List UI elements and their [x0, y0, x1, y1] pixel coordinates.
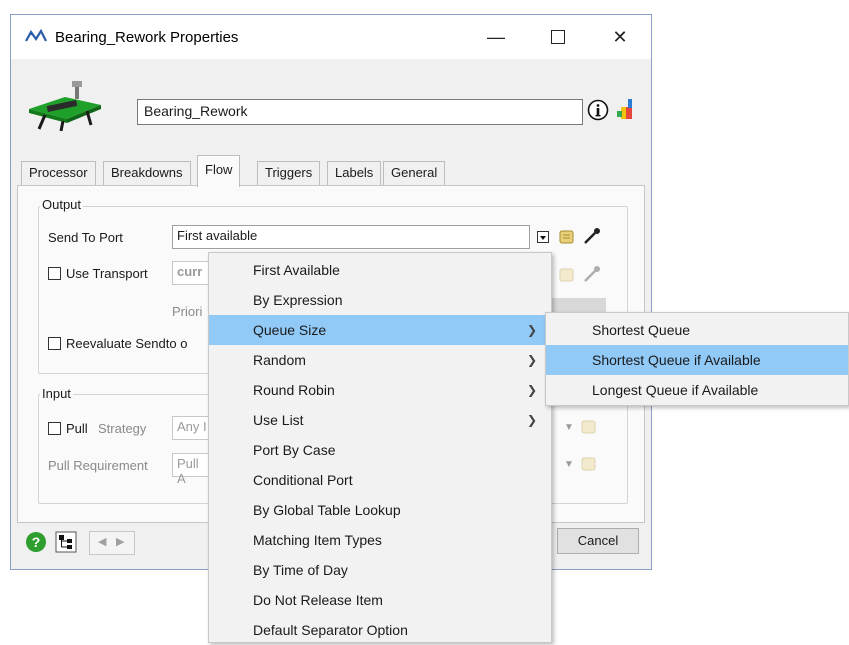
- pull-requirement-field[interactable]: Pull A: [172, 453, 212, 486]
- previous-arrow-icon[interactable]: ◀: [98, 535, 106, 548]
- queue-size-submenu: Shortest Queue Shortest Queue if Availab…: [545, 312, 849, 406]
- eyedropper-icon[interactable]: [582, 226, 602, 246]
- menu-item-random[interactable]: Random ❯: [209, 345, 551, 375]
- menu-item-default-separator-option[interactable]: Default Separator Option: [209, 615, 551, 645]
- nav-buttons: ◀ ▶: [89, 531, 135, 555]
- strategy-field[interactable]: Any I: [172, 416, 212, 440]
- paint-bucket-icon[interactable]: [615, 97, 637, 121]
- title-bar[interactable]: Bearing_Rework Properties — ✕: [11, 15, 651, 59]
- transport-field[interactable]: curr: [172, 261, 212, 285]
- send-to-port-label: Send To Port: [48, 230, 123, 245]
- next-arrow-icon[interactable]: ▶: [116, 535, 124, 548]
- menu-item-use-list[interactable]: Use List ❯: [209, 405, 551, 435]
- submenu-item-shortest-queue[interactable]: Shortest Queue: [546, 315, 848, 345]
- menu-item-conditional-port[interactable]: Conditional Port: [209, 465, 551, 495]
- send-to-port-menu: First Available By Expression Queue Size…: [208, 252, 552, 643]
- flexsim-app-icon: [25, 29, 47, 42]
- tab-flow[interactable]: Flow: [197, 155, 241, 187]
- priority-label: Priori: [172, 304, 203, 319]
- close-icon: ✕: [612, 26, 628, 47]
- reevaluate-sendto-label: Reevaluate Sendto o: [66, 336, 188, 351]
- use-transport-label: Use Transport: [66, 266, 148, 281]
- tab-processor[interactable]: Processor: [21, 161, 96, 185]
- minimize-button[interactable]: —: [473, 15, 519, 59]
- svg-text:?: ?: [32, 534, 41, 550]
- submenu-item-shortest-queue-if-available[interactable]: Shortest Queue if Available: [546, 345, 848, 375]
- object-name-input[interactable]: Bearing_Rework: [137, 99, 583, 125]
- help-icon[interactable]: ?: [25, 531, 47, 553]
- strategy-label: Strategy: [98, 421, 147, 436]
- input-group-label: Input: [40, 386, 73, 401]
- info-icon[interactable]: [587, 99, 609, 121]
- eyedropper-icon-disabled: [584, 266, 600, 282]
- tree-view-icon[interactable]: [55, 531, 77, 553]
- menu-item-first-available[interactable]: First Available: [209, 255, 551, 285]
- tab-triggers[interactable]: Triggers: [257, 161, 321, 185]
- submenu-item-longest-queue-if-available[interactable]: Longest Queue if Available: [546, 375, 848, 405]
- tab-labels[interactable]: Labels: [327, 161, 382, 185]
- script-edit-icon-disabled: [559, 268, 574, 282]
- menu-item-by-expression[interactable]: By Expression: [209, 285, 551, 315]
- script-edit-icon[interactable]: [558, 228, 576, 246]
- strategy-script-icon: [581, 420, 596, 434]
- menu-item-by-time-of-day[interactable]: By Time of Day: [209, 555, 551, 585]
- menu-item-do-not-release-item[interactable]: Do Not Release Item: [209, 585, 551, 615]
- menu-item-queue-size[interactable]: Queue Size ❯: [209, 315, 551, 345]
- maximize-button[interactable]: [535, 15, 581, 59]
- cancel-button[interactable]: Cancel: [557, 528, 639, 554]
- pull-checkbox[interactable]: [48, 422, 61, 435]
- pull-requirement-script-icon: [581, 457, 596, 471]
- pull-label: Pull: [66, 421, 88, 436]
- close-button[interactable]: ✕: [597, 15, 643, 59]
- window-title: Bearing_Rework Properties: [55, 29, 239, 46]
- use-transport-checkbox[interactable]: [48, 267, 61, 280]
- maximize-icon: [551, 30, 565, 44]
- minimize-icon: —: [487, 26, 505, 47]
- submenu-arrow-icon: ❯: [526, 353, 537, 367]
- menu-item-by-global-table-lookup[interactable]: By Global Table Lookup: [209, 495, 551, 525]
- processor-object-icon: [29, 81, 101, 131]
- menu-item-round-robin[interactable]: Round Robin ❯: [209, 375, 551, 405]
- menu-item-port-by-case[interactable]: Port By Case: [209, 435, 551, 465]
- pull-requirement-dropdown-icon: ▼: [564, 459, 574, 470]
- submenu-arrow-icon: ❯: [526, 383, 537, 397]
- pull-requirement-label: Pull Requirement: [48, 458, 148, 473]
- tab-breakdowns[interactable]: Breakdowns: [103, 161, 191, 185]
- submenu-arrow-icon: ❯: [526, 413, 537, 427]
- output-group-label: Output: [40, 197, 84, 212]
- strategy-dropdown-icon: ▼: [564, 422, 574, 433]
- reevaluate-sendto-checkbox[interactable]: [48, 337, 61, 350]
- send-to-port-dropdown-icon[interactable]: [537, 231, 549, 243]
- menu-item-matching-item-types[interactable]: Matching Item Types: [209, 525, 551, 555]
- send-to-port-field[interactable]: First available: [172, 225, 530, 249]
- submenu-arrow-icon: ❯: [526, 323, 537, 337]
- tab-general[interactable]: General: [383, 161, 446, 185]
